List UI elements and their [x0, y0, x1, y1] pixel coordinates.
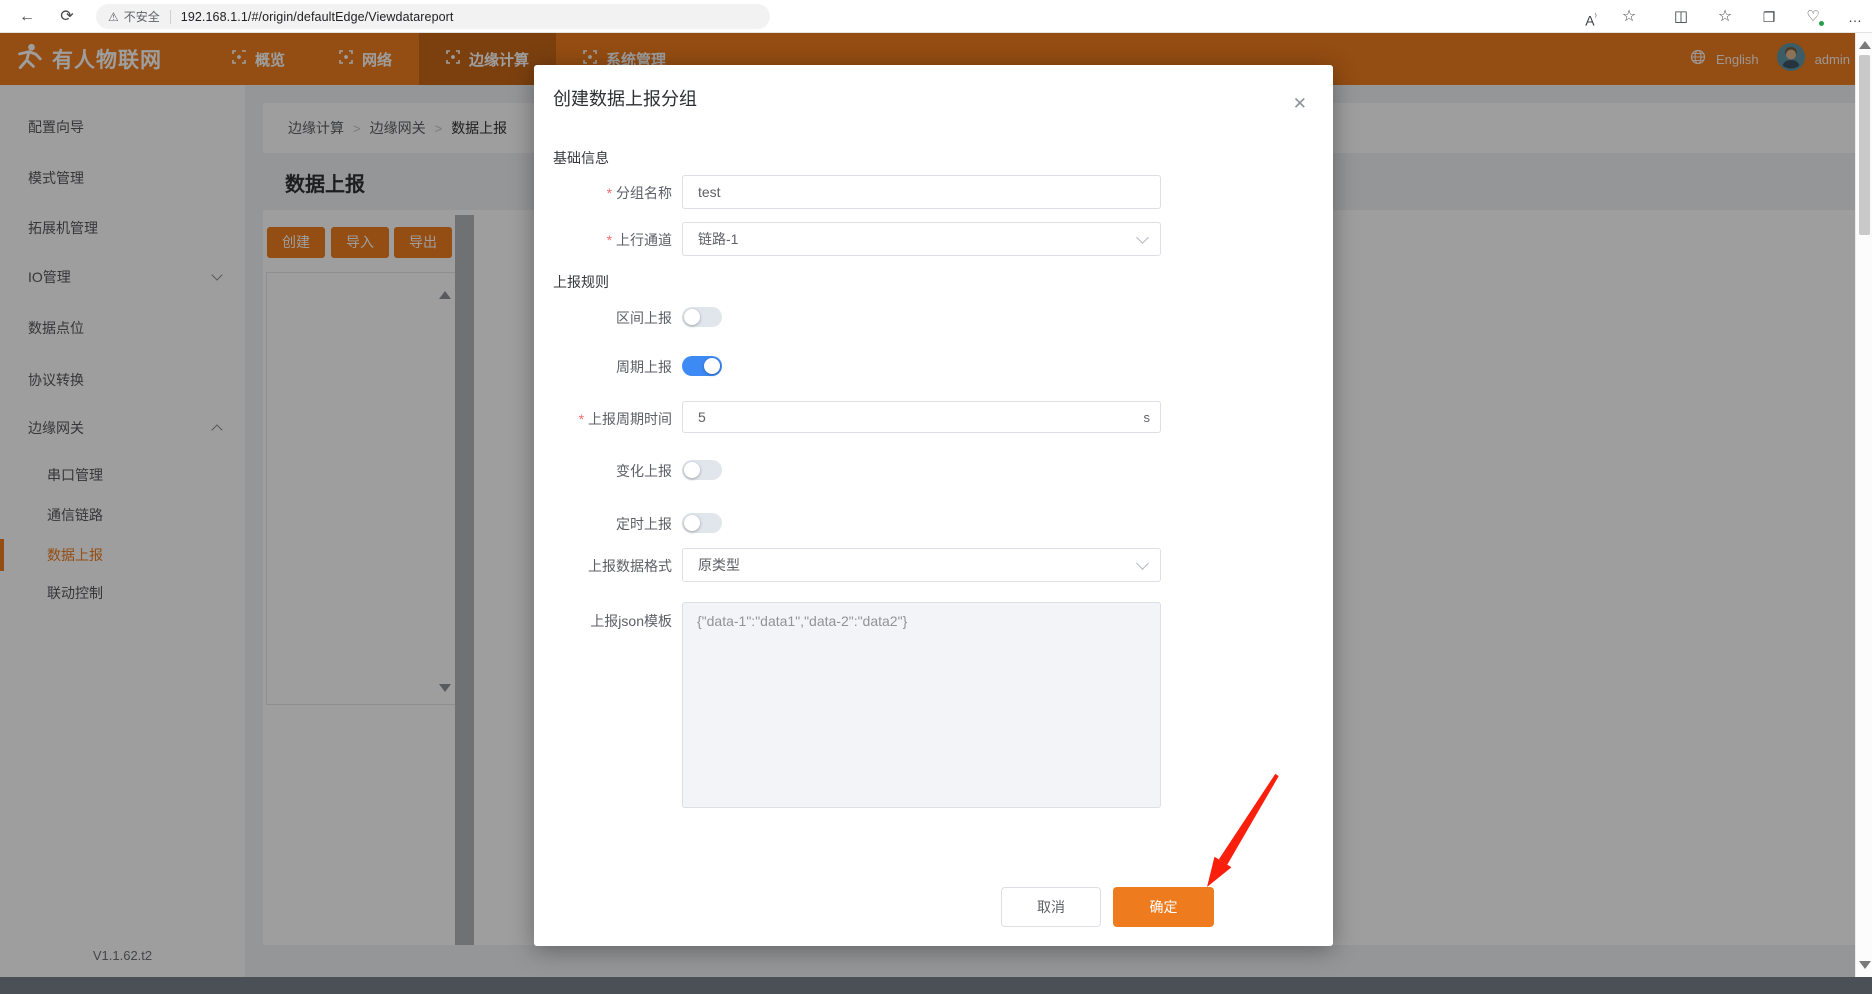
settings-menu-icon[interactable]: … — [1842, 4, 1868, 30]
not-secure-warning-icon: ⚠ — [108, 10, 119, 24]
collections-icon[interactable]: ❐ — [1756, 4, 1782, 30]
url-text[interactable]: 192.168.1.1/#/origin/defaultEdge/Viewdat… — [181, 10, 454, 24]
chevron-down-icon — [1136, 231, 1149, 244]
uplink-channel-label: 上行通道 — [534, 230, 672, 250]
period-time-label: 上报周期时间 — [534, 409, 672, 429]
split-screen-icon[interactable]: ◫ — [1668, 4, 1694, 30]
favorite-star-icon[interactable]: ☆ — [1616, 4, 1642, 30]
data-format-select[interactable]: 原类型 — [682, 548, 1161, 582]
status-dot — [1818, 20, 1825, 27]
divider — [170, 10, 171, 24]
favorites-bar-icon[interactable]: ☆ — [1712, 4, 1738, 30]
screen: 有人物联网 概览 网络 边缘计算 系统管理 English — [0, 0, 1872, 994]
section-report-rules: 上报规则 — [553, 272, 609, 292]
confirm-button[interactable]: 确定 — [1113, 887, 1214, 927]
scrollbar-thumb[interactable] — [1859, 55, 1870, 235]
timed-report-label: 定时上报 — [534, 514, 672, 534]
back-icon[interactable]: ← — [14, 4, 40, 30]
period-time-input[interactable] — [682, 401, 1161, 433]
windows-taskbar — [0, 977, 1872, 994]
unit-suffix: s — [1144, 401, 1151, 433]
scroll-up-icon[interactable] — [1859, 41, 1871, 49]
timed-report-toggle[interactable] — [682, 513, 722, 533]
json-template-label: 上报json模板 — [534, 611, 672, 631]
json-template-textarea[interactable] — [682, 602, 1161, 808]
scroll-down-icon[interactable] — [1859, 961, 1871, 969]
browser-toolbar: ← ⟳ ⚠ 不安全 192.168.1.1/#/origin/defaultEd… — [0, 0, 1872, 33]
change-report-toggle[interactable] — [682, 460, 722, 480]
periodic-report-label: 周期上报 — [534, 357, 672, 377]
close-icon[interactable]: ✕ — [1293, 95, 1307, 112]
security-label[interactable]: 不安全 — [124, 8, 160, 25]
interval-report-label: 区间上报 — [534, 308, 672, 328]
dialog-title: 创建数据上报分组 — [553, 85, 697, 111]
refresh-icon[interactable]: ⟳ — [54, 4, 80, 30]
group-name-label: 分组名称 — [534, 183, 672, 203]
section-basic-info: 基础信息 — [553, 148, 609, 168]
data-format-label: 上报数据格式 — [534, 556, 672, 576]
read-aloud-icon[interactable]: A⁾ — [1578, 4, 1604, 30]
change-report-label: 变化上报 — [534, 461, 672, 481]
interval-report-toggle[interactable] — [682, 307, 722, 327]
chevron-down-icon — [1136, 557, 1149, 570]
periodic-report-toggle[interactable] — [682, 356, 722, 376]
period-time-field: s — [682, 401, 1161, 433]
group-name-input[interactable] — [682, 175, 1161, 209]
create-report-group-dialog: 创建数据上报分组 ✕ 基础信息 分组名称 上行通道 链路-1 上报规则 区间上报… — [534, 65, 1333, 946]
address-bar[interactable]: ⚠ 不安全 192.168.1.1/#/origin/defaultEdge/V… — [96, 4, 770, 29]
browser-essentials-icon[interactable]: ♡ — [1800, 4, 1826, 30]
cancel-button[interactable]: 取消 — [1001, 887, 1101, 927]
uplink-channel-select[interactable]: 链路-1 — [682, 222, 1161, 256]
page-scrollbar[interactable] — [1855, 33, 1872, 977]
